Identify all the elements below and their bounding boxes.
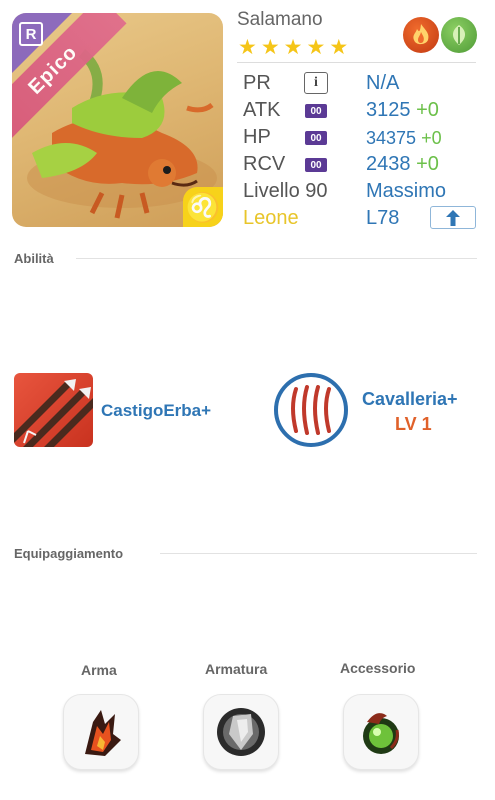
stat-row-pr: PR i N/A [243,70,478,97]
abilities-divider [76,258,477,259]
hero-portrait[interactable]: Epico R ♌ [12,13,223,227]
zodiac-level-value: L78 [366,207,400,229]
equip-slot-weapon[interactable] [63,694,139,770]
stat-value: N/A [366,72,400,94]
equip-slot-armor[interactable] [203,694,279,770]
leaf-element-icon [441,17,477,53]
star-icon: ★ [238,36,257,59]
info-icon[interactable]: i [304,72,328,94]
claw-scratch-icon [291,385,331,435]
upgrade-button[interactable] [430,206,476,229]
skill-cavalleria-name[interactable]: Cavalleria+ [362,389,458,410]
stat-value: 2438 +0 [366,153,439,175]
equip-label-accessory: Accessorio [340,660,416,676]
hero-name: Salamano [237,9,323,30]
equip-label-weapon: Arma [81,662,117,678]
star-icon: ★ [283,36,303,59]
stats-table: PR i N/A ATK 00 3125 +0 HP 00 34375 +0 R… [243,70,478,232]
zodiac-sign-label: Leone [243,207,299,229]
stat-bonus: +0 [421,128,442,148]
star-icon: ★ [329,36,349,59]
stat-label: ATK [243,99,281,121]
stat-row-rcv: RCV 00 2438 +0 [243,151,478,178]
stat-value: 34375 +0 [366,128,442,148]
equip-label-armor: Armatura [205,661,268,677]
skill-castigoerba-name[interactable]: CastigoErba+ [101,401,211,421]
level-value: Massimo [366,180,447,202]
stat-row-atk: ATK 00 3125 +0 [243,97,478,124]
stat-bonus: +0 [416,99,439,121]
fire-element-icon [403,17,439,53]
stat-label: PR [243,72,271,94]
fire-weapon-icon [85,710,121,756]
equipment-title: Equipaggiamento [14,546,124,561]
stat-tag: 00 [305,104,327,118]
header-divider [237,62,476,63]
level-label: Livello 90 [243,180,328,202]
equip-slot-accessory[interactable] [343,694,419,770]
abilities-title: Abilità [14,251,54,266]
rank-badge: R [19,22,43,46]
zodiac-leo-icon: ♌ [183,187,223,227]
stat-value: 3125 +0 [366,99,439,121]
stat-bonus: +0 [416,153,439,175]
star-icon: ★ [260,36,280,59]
skill-cavalleria-level: LV 1 [395,414,432,434]
stat-tag: 00 [305,158,327,172]
green-orb-accessory-icon [363,713,399,754]
star-icon: ★ [306,36,326,59]
star-rating: ★ ★ ★ ★ ★ [238,37,348,58]
stat-label: HP [243,126,271,148]
stat-row-level: Livello 90 Massimo [243,178,478,205]
stat-row-sign: Leone L78 [243,205,478,232]
stat-row-hp: HP 00 34375 +0 [243,124,478,151]
skill-castigoerba-icon[interactable] [14,373,93,447]
skill-cavalleria-icon[interactable] [274,373,348,447]
element-badges [403,17,477,53]
arrows-icon [14,379,93,447]
arrow-up-icon [446,209,460,226]
stat-tag: 00 [305,131,327,145]
stat-label: RCV [243,153,286,175]
equipment-divider [160,553,477,554]
shield-armor-icon [217,708,265,756]
